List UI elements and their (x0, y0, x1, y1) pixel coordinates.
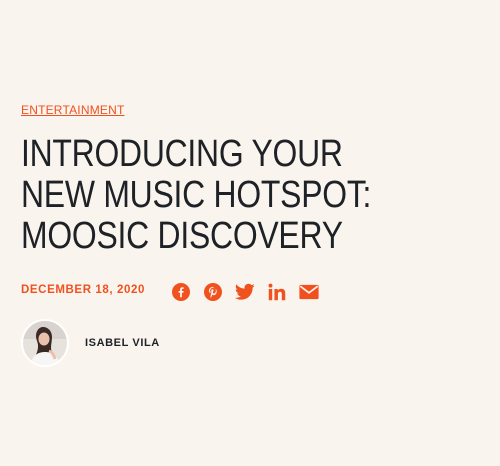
twitter-icon[interactable] (234, 281, 256, 303)
author-avatar[interactable] (21, 319, 69, 367)
linkedin-icon[interactable] (266, 281, 288, 303)
email-icon[interactable] (298, 281, 320, 303)
author-name[interactable]: ISABEL VILA (85, 337, 160, 349)
publish-date: DECEMBER 18, 2020 (21, 284, 145, 296)
category-link[interactable]: ENTERTAINMENT (21, 103, 125, 117)
share-bar (170, 281, 320, 303)
author-block: ISABEL VILA (21, 319, 160, 367)
article-title: INTRODUCING YOUR NEW MUSIC HOTSPOT: MOOS… (21, 133, 372, 257)
facebook-icon[interactable] (170, 281, 192, 303)
pinterest-icon[interactable] (202, 281, 224, 303)
